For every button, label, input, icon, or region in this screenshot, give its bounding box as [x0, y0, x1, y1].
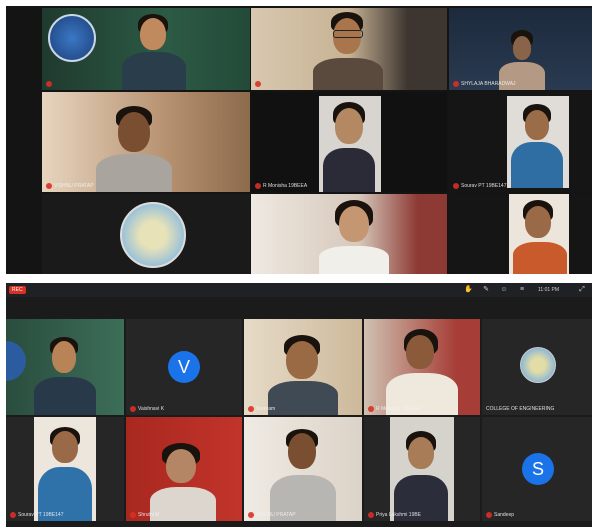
video-tile[interactable] — [251, 8, 447, 90]
video-tile[interactable] — [251, 194, 447, 274]
video-tile[interactable]: Sreeram — [244, 319, 362, 415]
participant-name: COLLEGE OF ENGINEERING — [486, 406, 555, 412]
mic-off-icon — [368, 406, 374, 412]
video-tile[interactable]: R Monisha 19BEEA — [251, 92, 447, 192]
college-logo-icon — [520, 347, 556, 383]
participant-name: SHYLAJA BHARADWAJ — [453, 81, 516, 87]
mic-off-icon — [368, 512, 374, 518]
mic-off-icon — [255, 81, 261, 87]
mic-off-icon — [486, 512, 492, 518]
meeting-clock: 11:01 PM — [538, 287, 560, 293]
participant-name: Vaishnavi K — [130, 406, 164, 412]
chat-icon[interactable]: ✎ — [482, 286, 490, 294]
meeting-grid-top: SHYLAJA BHARADWAJ VISHNU PRATAP R Monish… — [6, 6, 592, 274]
mic-off-icon — [130, 406, 136, 412]
recording-badge: REC — [9, 286, 26, 294]
participant-name: Sourav PT 19BE147 — [10, 512, 64, 518]
mic-off-icon — [46, 81, 52, 87]
video-tile[interactable]: VISHNU PRATAP — [42, 92, 250, 192]
mic-off-icon — [453, 81, 459, 87]
video-tile[interactable] — [42, 8, 250, 90]
video-tile[interactable] — [449, 194, 592, 274]
meeting-grid-bottom: REC ✋ ✎ ☺ ≡ 11:01 PM ⤢ V Vaishnavi K Sre… — [6, 283, 592, 527]
participant-avatar: V — [168, 351, 200, 383]
video-tile[interactable]: S Sandeep — [482, 417, 592, 521]
mic-off-icon — [248, 406, 254, 412]
video-tile[interactable]: Sourav PT 19BE147 — [449, 92, 592, 192]
mic-off-icon — [10, 512, 16, 518]
video-tile[interactable] — [6, 319, 124, 415]
mic-off-icon — [255, 183, 261, 189]
participant-name: Sandeep — [486, 512, 514, 518]
hand-icon[interactable]: ✋ — [464, 286, 473, 294]
video-tile[interactable]: Shruthi M — [126, 417, 242, 521]
video-tile[interactable]: V Vaishnavi K — [126, 319, 242, 415]
participant-name: Shruthi M — [130, 512, 159, 518]
participant-name — [255, 81, 263, 87]
glasses-icon — [333, 30, 363, 38]
participant-name: Sourav PT 19BE147 — [453, 183, 507, 189]
college-logo-icon — [120, 202, 186, 268]
people-icon[interactable]: ☺ — [500, 286, 508, 294]
participant-avatar: S — [522, 453, 554, 485]
participant-name — [46, 81, 54, 87]
participant-name: VISHNU PRATAP — [248, 512, 296, 518]
video-tile[interactable]: Priya Lakshmi 19BE — [364, 417, 480, 521]
video-tile[interactable]: Sourav PT 19BE147 — [6, 417, 124, 521]
participant-name: R Monisha 19BEEA — [368, 406, 420, 412]
video-tile[interactable]: COLLEGE OF ENGINEERING — [482, 319, 592, 415]
expand-icon[interactable]: ⤢ — [578, 286, 586, 294]
menu-icon[interactable]: ≡ — [518, 286, 526, 294]
video-tile[interactable]: VISHNU PRATAP — [244, 417, 362, 521]
mic-off-icon — [453, 183, 459, 189]
participant-name: R Monisha 19BEEA — [255, 183, 307, 189]
mic-off-icon — [130, 512, 136, 518]
participant-name: VISHNU PRATAP — [46, 183, 94, 189]
video-tile[interactable]: SHYLAJA BHARADWAJ — [449, 8, 592, 90]
mic-off-icon — [46, 183, 52, 189]
video-tile[interactable] — [42, 194, 250, 274]
video-tile[interactable]: R Monisha 19BEEA — [364, 319, 480, 415]
participant-name: Priya Lakshmi 19BE — [368, 512, 421, 518]
mic-off-icon — [248, 512, 254, 518]
meeting-toolbar: REC ✋ ✎ ☺ ≡ 11:01 PM ⤢ — [6, 283, 592, 297]
participant-name: Sreeram — [248, 406, 275, 412]
college-logo-icon — [48, 14, 96, 62]
